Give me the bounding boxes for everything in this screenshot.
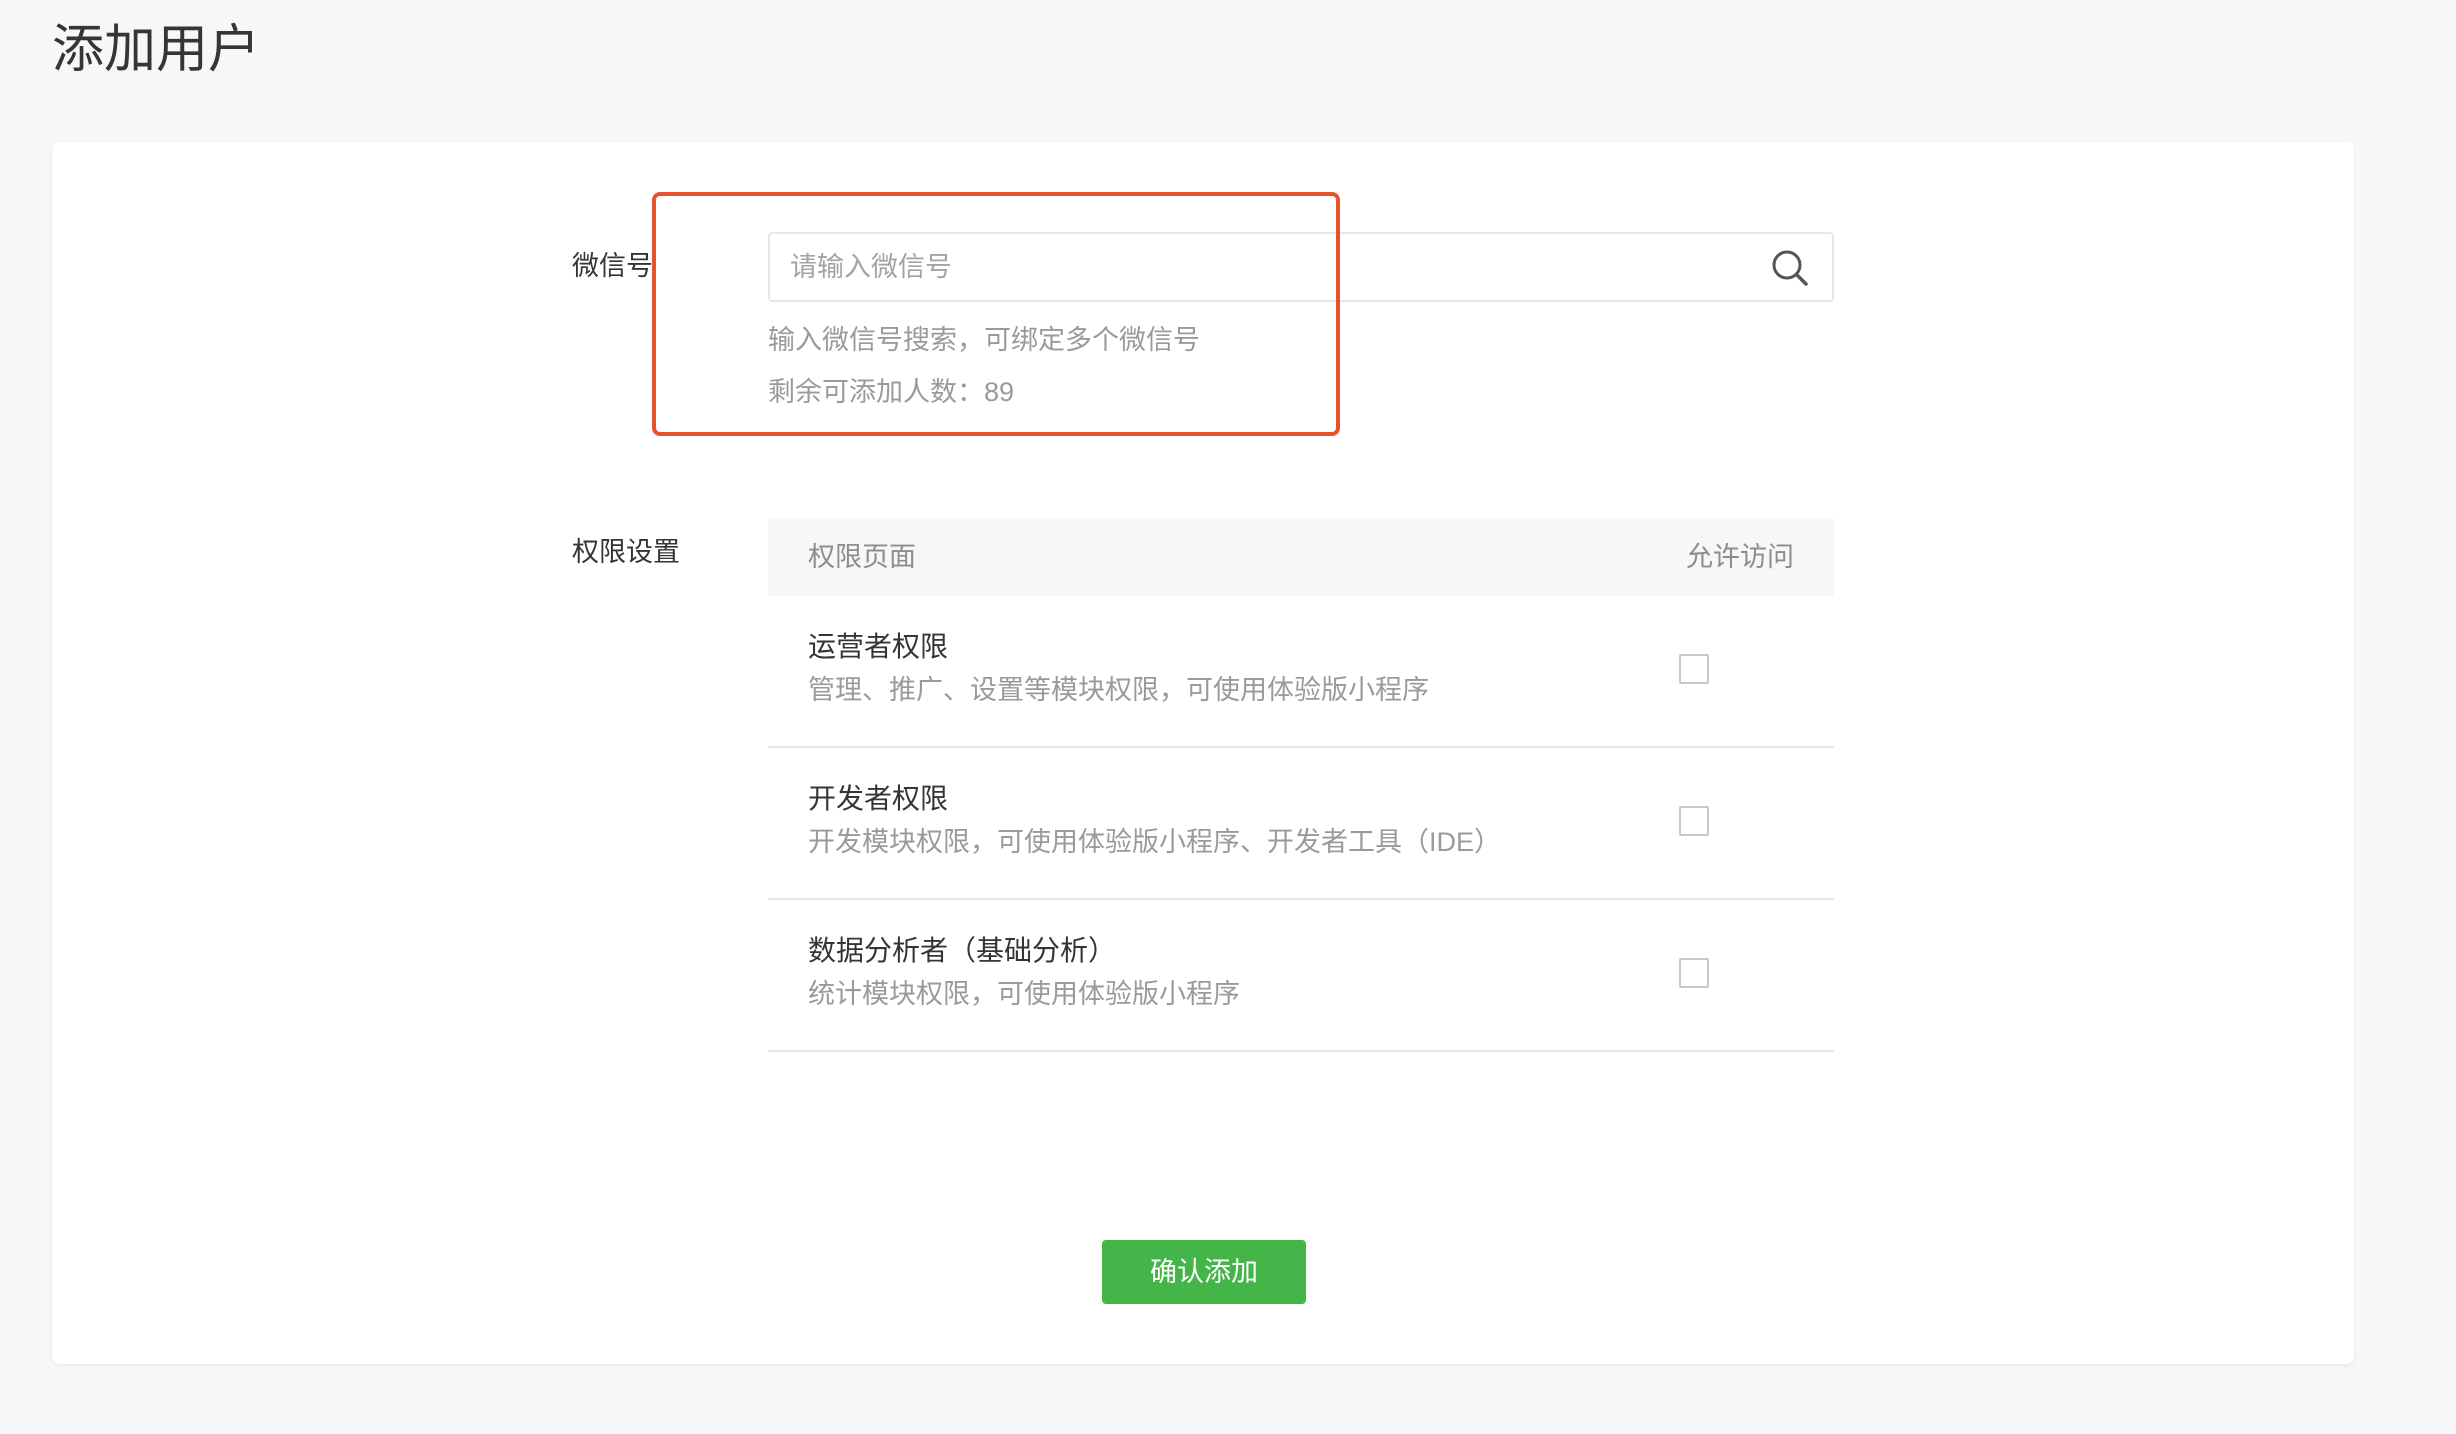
data-analyst-permission-checkbox[interactable] [1679, 958, 1709, 988]
permission-settings-label: 权限设置 [572, 537, 680, 567]
permission-title: 运营者权限 [808, 631, 949, 662]
operator-permission-checkbox[interactable] [1679, 654, 1709, 684]
permission-page-column-header: 权限页面 [808, 542, 916, 572]
search-icon[interactable] [1770, 248, 1810, 288]
developer-permission-checkbox[interactable] [1679, 806, 1709, 836]
wechat-search-box[interactable] [768, 232, 1834, 302]
permission-table: 权限页面 允许访问 运营者权限 管理、推广、设置等模块权限，可使用体验版小程序 … [768, 518, 1834, 1052]
remaining-count-text: 剩余可添加人数：89 [768, 377, 1015, 407]
confirm-add-button[interactable]: 确认添加 [1102, 1240, 1306, 1304]
page-title: 添加用户 [52, 21, 261, 79]
wechat-id-label: 微信号 [572, 251, 653, 281]
permission-row-data-analyst: 数据分析者（基础分析） 统计模块权限，可使用体验版小程序 [768, 900, 1834, 1052]
permission-description: 统计模块权限，可使用体验版小程序 [808, 979, 1240, 1009]
permission-table-header: 权限页面 允许访问 [768, 518, 1834, 596]
allow-access-column-header: 允许访问 [1686, 542, 1794, 572]
permission-description: 开发模块权限，可使用体验版小程序、开发者工具（IDE） [808, 827, 1502, 857]
permission-row-operator: 运营者权限 管理、推广、设置等模块权限，可使用体验版小程序 [768, 596, 1834, 748]
add-user-card: 微信号 输入微信号搜索，可绑定多个微信号 剩余可添加人数：89 权限设置 权限页… [52, 142, 2354, 1364]
permission-title: 开发者权限 [808, 783, 949, 814]
permission-row-developer: 开发者权限 开发模块权限，可使用体验版小程序、开发者工具（IDE） [768, 748, 1834, 900]
permission-description: 管理、推广、设置等模块权限，可使用体验版小程序 [808, 675, 1429, 705]
search-hint-text: 输入微信号搜索，可绑定多个微信号 [768, 325, 1200, 355]
wechat-id-input[interactable] [790, 234, 1730, 300]
permission-title: 数据分析者（基础分析） [808, 935, 1117, 966]
